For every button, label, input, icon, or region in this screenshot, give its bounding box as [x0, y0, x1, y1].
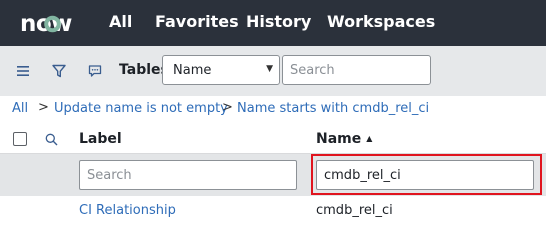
column-header-name[interactable]: Name ▲ — [316, 131, 372, 147]
breadcrumb-separator: > — [38, 100, 49, 115]
filter-icon[interactable] — [49, 61, 69, 81]
column-filter-row — [0, 154, 546, 196]
label-filter-input[interactable] — [79, 160, 297, 190]
breadcrumb-separator: > — [222, 100, 233, 115]
row-label-link[interactable]: CI Relationship — [79, 203, 176, 218]
select-value: Name — [173, 63, 212, 78]
row-name-cell: cmdb_rel_ci — [316, 203, 393, 218]
nav-favorites[interactable]: Favorites — [155, 12, 239, 31]
list-toolbar: Tables Name ▼ — [0, 46, 546, 96]
search-icon[interactable] — [41, 129, 61, 149]
breadcrumb-all[interactable]: All — [12, 101, 28, 116]
chevron-down-icon: ▼ — [266, 64, 273, 74]
sort-ascending-icon: ▲ — [366, 134, 373, 143]
breadcrumb-name-starts-with[interactable]: Name starts with cmdb_rel_ci — [237, 101, 429, 116]
nav-workspaces[interactable]: Workspaces — [327, 12, 435, 31]
servicenow-logo[interactable]: now — [20, 9, 90, 37]
breadcrumb: All > Update name is not empty > Name st… — [0, 96, 546, 124]
select-all-checkbox[interactable] — [13, 132, 27, 146]
table-row: CI Relationship cmdb_rel_ci — [0, 196, 546, 228]
column-header-label[interactable]: Label — [79, 131, 122, 147]
chat-icon[interactable] — [85, 61, 105, 81]
breadcrumb-update-name[interactable]: Update name is not empty — [54, 101, 228, 116]
name-filter-input[interactable] — [316, 160, 534, 190]
table-header-row: Label Name ▲ — [0, 124, 546, 154]
hamburger-menu-icon[interactable] — [13, 61, 33, 81]
list-search-input[interactable] — [282, 55, 431, 85]
column-header-name-text: Name — [316, 131, 362, 147]
nav-history[interactable]: History — [246, 12, 311, 31]
search-field-select[interactable]: Name ▼ — [162, 55, 280, 85]
top-navigation-bar: now All Favorites History Workspaces — [0, 0, 546, 46]
nav-all[interactable]: All — [109, 12, 132, 31]
